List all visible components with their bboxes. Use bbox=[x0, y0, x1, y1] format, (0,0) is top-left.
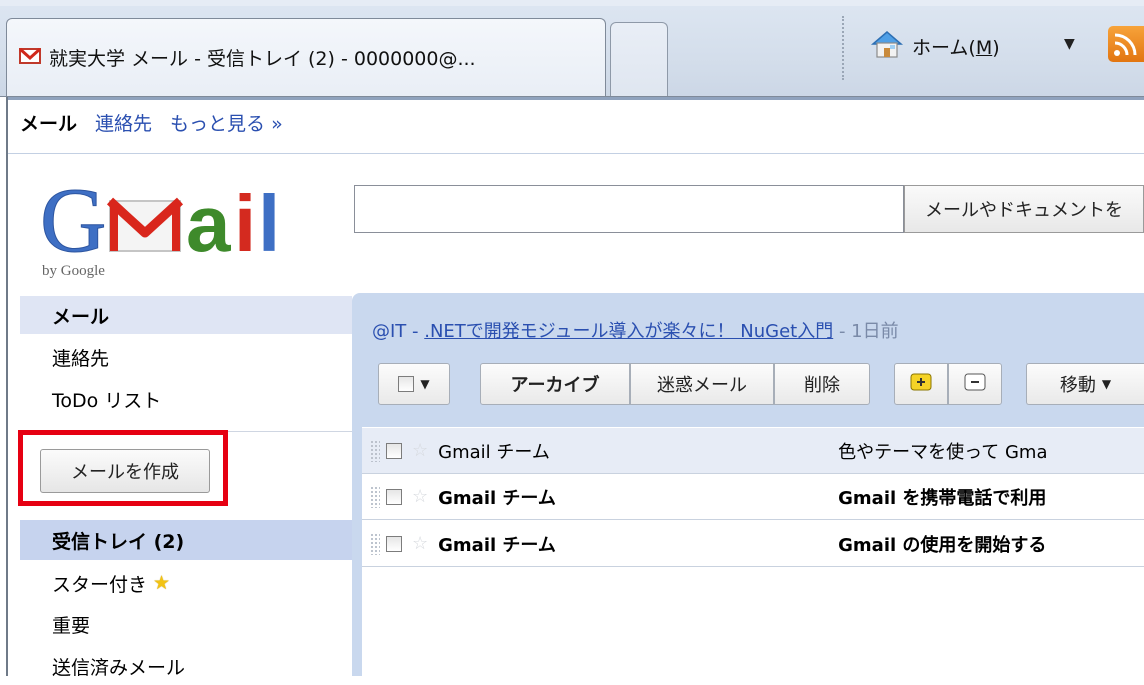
mark-not-important-button[interactable] bbox=[948, 363, 1002, 405]
move-to-label: 移動 bbox=[1059, 375, 1096, 396]
email-subject: 色やテーマを使って Gma bbox=[838, 441, 1048, 463]
email-subject: Gmail を携帯電話で利用 bbox=[838, 487, 1047, 509]
rss-feed-icon[interactable] bbox=[1108, 26, 1144, 62]
star-outline-icon[interactable]: ☆ bbox=[412, 486, 428, 507]
gmail-page: メール 連絡先 もっと見る » G a i l by Google メールやドキ… bbox=[0, 97, 1144, 679]
gmail-logo[interactable]: G a i l by Google bbox=[40, 163, 300, 283]
sidebar-item-mail[interactable]: メール bbox=[20, 296, 352, 334]
select-all-dropdown[interactable]: ▼ bbox=[378, 363, 450, 405]
sidebar-item-starred-label: スター付き bbox=[52, 573, 148, 596]
news-source: @IT - bbox=[372, 321, 425, 342]
web-clip-news: @IT - .NETで開発モジュール導入が楽々に！ NuGet入門 - 1日前 bbox=[372, 317, 899, 343]
top-navigation: メール 連絡先 もっと見る » bbox=[20, 109, 283, 136]
select-all-checkbox[interactable] bbox=[398, 376, 415, 392]
chevron-down-icon: ▼ bbox=[1101, 377, 1112, 391]
svg-text:G: G bbox=[40, 169, 106, 271]
delete-button[interactable]: 削除 bbox=[774, 363, 870, 405]
topnav-mail: メール bbox=[20, 113, 78, 135]
table-row[interactable]: ☆ Gmail チーム Gmail を携帯電話で利用 bbox=[362, 474, 1144, 520]
home-label: ホーム(M) bbox=[912, 33, 1000, 60]
home-button[interactable]: ホーム(M) bbox=[870, 26, 1000, 66]
svg-text:l: l bbox=[258, 179, 280, 268]
mark-important-button[interactable] bbox=[894, 363, 948, 405]
sidebar-item-starred[interactable]: スター付き ★ bbox=[20, 564, 352, 602]
table-row[interactable]: ☆ Gmail チーム Gmail の使用を開始する bbox=[362, 521, 1144, 567]
news-headline-link[interactable]: .NETで開発モジュール導入が楽々に！ NuGet入門 bbox=[424, 321, 833, 342]
home-icon bbox=[870, 28, 904, 64]
compose-highlight-box bbox=[18, 430, 228, 506]
email-sender: Gmail チーム bbox=[438, 487, 556, 509]
search-mail-button[interactable]: メールやドキュメントを bbox=[904, 185, 1144, 233]
spam-button[interactable]: 迷惑メール bbox=[630, 363, 774, 405]
email-sender: Gmail チーム bbox=[438, 441, 550, 463]
gmail-favicon-icon bbox=[18, 47, 42, 69]
drag-handle-icon[interactable] bbox=[370, 532, 380, 555]
toolbar-separator bbox=[842, 16, 844, 80]
topnav-more-link[interactable]: もっと見る » bbox=[170, 109, 283, 136]
home-label-accesskey: M bbox=[975, 36, 993, 59]
star-icon: ★ bbox=[153, 572, 171, 594]
remove-label-icon bbox=[964, 373, 986, 396]
row-checkbox[interactable] bbox=[386, 535, 402, 552]
home-dropdown-arrow-icon[interactable]: ▼ bbox=[1064, 36, 1075, 52]
sidebar-item-contacts[interactable]: 連絡先 bbox=[20, 338, 352, 376]
table-row[interactable]: ☆ Gmail チーム 色やテーマを使って Gma bbox=[362, 428, 1144, 474]
topnav-divider bbox=[8, 153, 1144, 154]
page-left-border bbox=[6, 97, 8, 676]
row-checkbox[interactable] bbox=[386, 488, 402, 505]
search-input[interactable] bbox=[354, 185, 904, 233]
sidebar-item-important[interactable]: 重要 bbox=[20, 605, 352, 643]
gmail-envelope-icon bbox=[106, 197, 184, 252]
drag-handle-icon[interactable] bbox=[370, 485, 380, 508]
row-checkbox[interactable] bbox=[386, 442, 402, 459]
home-label-suffix: ) bbox=[992, 36, 1000, 59]
topnav-contacts-link[interactable]: 連絡先 bbox=[95, 109, 152, 136]
sidebar-item-sent[interactable]: 送信済みメール bbox=[20, 647, 352, 685]
star-outline-icon[interactable]: ☆ bbox=[412, 440, 428, 461]
browser-chrome: 就実大学 メール - 受信トレイ (2) - 0000000@... ホーム(M… bbox=[0, 0, 1144, 97]
svg-text:a: a bbox=[186, 179, 231, 268]
email-sender: Gmail チーム bbox=[438, 534, 556, 556]
svg-text:i: i bbox=[234, 179, 256, 268]
move-to-dropdown[interactable]: 移動 ▼ bbox=[1026, 363, 1144, 405]
star-outline-icon[interactable]: ☆ bbox=[412, 533, 428, 554]
new-tab-button[interactable] bbox=[610, 22, 668, 96]
email-subject: Gmail の使用を開始する bbox=[838, 534, 1047, 556]
archive-button[interactable]: アーカイブ bbox=[480, 363, 630, 405]
svg-text:by Google: by Google bbox=[42, 263, 105, 279]
sidebar-item-inbox[interactable]: 受信トレイ (2) bbox=[20, 520, 352, 560]
chrome-top-strip bbox=[0, 0, 1144, 6]
add-label-icon bbox=[910, 373, 932, 396]
browser-tab-gmail[interactable]: 就実大学 メール - 受信トレイ (2) - 0000000@... bbox=[6, 18, 606, 96]
drag-handle-icon[interactable] bbox=[370, 439, 380, 462]
home-label-prefix: ホーム( bbox=[912, 36, 976, 59]
chevron-down-icon: ▼ bbox=[420, 377, 430, 391]
news-age: - 1日前 bbox=[833, 321, 899, 342]
tab-title: 就実大学 メール - 受信トレイ (2) - 0000000@... bbox=[49, 48, 476, 70]
page-top-bar bbox=[8, 97, 1144, 100]
sidebar-item-todo[interactable]: ToDo リスト bbox=[20, 380, 352, 418]
